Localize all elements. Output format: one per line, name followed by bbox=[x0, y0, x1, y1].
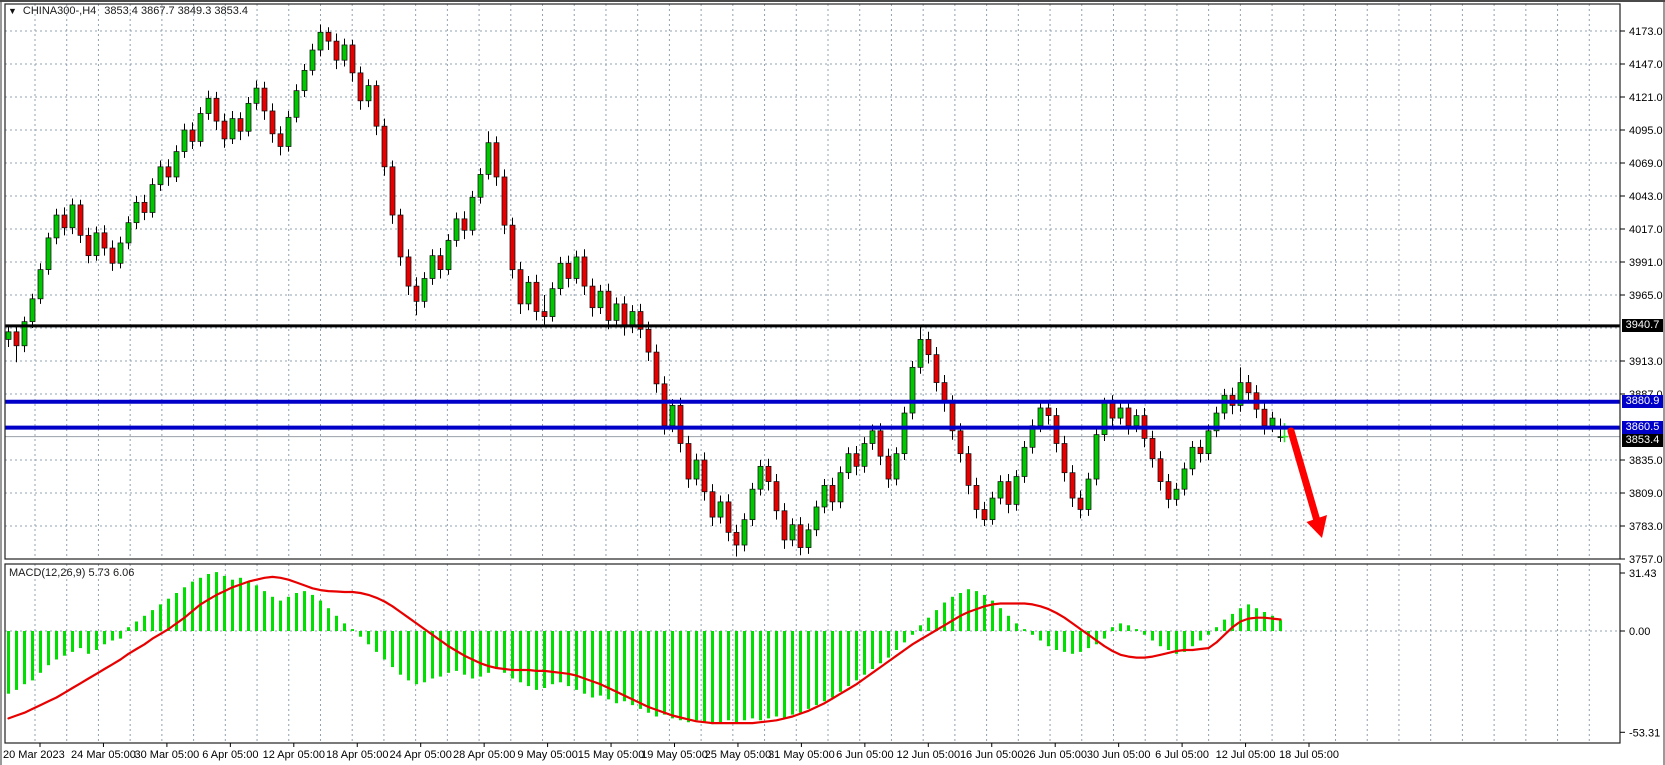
svg-text:12 Jul 05:00: 12 Jul 05:00 bbox=[1216, 749, 1276, 761]
indicator-name: MACD(12,26,9) bbox=[9, 567, 85, 579]
downtrend-arrow-annotation[interactable] bbox=[1291, 431, 1327, 538]
svg-text:4043.0: 4043.0 bbox=[1629, 191, 1663, 203]
svg-text:4173.0: 4173.0 bbox=[1629, 26, 1663, 38]
trading-chart-window: 4173.0 4147.0 4121.0 4095.0 4069.0 4043.0 4017… bbox=[0, 0, 1665, 765]
macd-histogram bbox=[9, 572, 1281, 724]
svg-text:4095.0: 4095.0 bbox=[1629, 125, 1663, 137]
svg-text:3913.0: 3913.0 bbox=[1629, 356, 1663, 368]
chart-title: ▼ CHINA300-,H4 3853.4 3867.7 3849.3 3853.4 bbox=[8, 5, 248, 17]
symbol-label: CHINA300-,H4 bbox=[23, 5, 96, 17]
svg-text:3835.0: 3835.0 bbox=[1629, 455, 1663, 467]
svg-text:18 Apr 05:00: 18 Apr 05:00 bbox=[326, 749, 388, 761]
svg-text:28 Apr 05:00: 28 Apr 05:00 bbox=[453, 749, 515, 761]
svg-text:3783.0: 3783.0 bbox=[1629, 521, 1663, 533]
svg-text:0.00: 0.00 bbox=[1629, 626, 1650, 638]
svg-text:4121.0: 4121.0 bbox=[1629, 92, 1663, 104]
svg-text:3757.0: 3757.0 bbox=[1629, 554, 1663, 566]
svg-text:24 Apr 05:00: 24 Apr 05:00 bbox=[390, 749, 452, 761]
price-level-label-3940: 3940.7 bbox=[1622, 319, 1663, 332]
svg-text:19 May 05:00: 19 May 05:00 bbox=[641, 749, 708, 761]
svg-text:4069.0: 4069.0 bbox=[1629, 158, 1663, 170]
chevron-down-icon[interactable]: ▼ bbox=[8, 6, 17, 16]
svg-text:20 Mar 2023: 20 Mar 2023 bbox=[3, 749, 65, 761]
svg-text:18 Jul 05:00: 18 Jul 05:00 bbox=[1279, 749, 1339, 761]
svg-text:6 Apr 05:00: 6 Apr 05:00 bbox=[202, 749, 258, 761]
indicator-values: 5.73 6.06 bbox=[88, 567, 134, 579]
window-left-edge bbox=[0, 2, 2, 765]
svg-text:15 May 05:00: 15 May 05:00 bbox=[578, 749, 645, 761]
svg-text:4147.0: 4147.0 bbox=[1629, 59, 1663, 71]
svg-text:6 Jun 05:00: 6 Jun 05:00 bbox=[836, 749, 894, 761]
svg-text:30 Jun 05:00: 30 Jun 05:00 bbox=[1087, 749, 1151, 761]
svg-text:6 Jul 05:00: 6 Jul 05:00 bbox=[1155, 749, 1209, 761]
svg-text:3965.0: 3965.0 bbox=[1629, 290, 1663, 302]
price-chart-canvas[interactable]: 4173.0 4147.0 4121.0 4095.0 4069.0 4043.0 4017… bbox=[0, 2, 1665, 765]
svg-text:26 Jun 05:00: 26 Jun 05:00 bbox=[1023, 749, 1087, 761]
candles-layer bbox=[6, 25, 1283, 557]
svg-text:31 May 05:00: 31 May 05:00 bbox=[768, 749, 835, 761]
support-resistance-lines[interactable] bbox=[5, 326, 1620, 428]
price-level-label-3860: 3860.5 bbox=[1622, 421, 1663, 434]
ohlc-readout: 3853.4 3867.7 3849.3 3853.4 bbox=[104, 5, 248, 17]
indicator-label: MACD(12,26,9) 5.73 6.06 bbox=[9, 567, 134, 579]
svg-text:4017.0: 4017.0 bbox=[1629, 224, 1663, 236]
svg-text:-53.31: -53.31 bbox=[1629, 727, 1660, 739]
svg-text:3809.0: 3809.0 bbox=[1629, 488, 1663, 500]
svg-text:24 Mar 05:00: 24 Mar 05:00 bbox=[71, 749, 136, 761]
svg-text:16 Jun 05:00: 16 Jun 05:00 bbox=[960, 749, 1024, 761]
svg-text:30 Mar 05:00: 30 Mar 05:00 bbox=[134, 749, 199, 761]
price-axis: 4173.0 4147.0 4121.0 4095.0 4069.0 4043.0 4017… bbox=[1620, 26, 1663, 739]
price-level-label-3880: 3880.9 bbox=[1622, 395, 1663, 408]
svg-text:12 Apr 05:00: 12 Apr 05:00 bbox=[263, 749, 325, 761]
time-axis: 20 Mar 2023 24 Mar 05:0030 Mar 05:006 Apr… bbox=[3, 743, 1339, 761]
svg-text:9 May 05:00: 9 May 05:00 bbox=[517, 749, 578, 761]
svg-text:25 May 05:00: 25 May 05:00 bbox=[705, 749, 772, 761]
svg-text:12 Jun 05:00: 12 Jun 05:00 bbox=[896, 749, 960, 761]
current-price-label: 3853.4 bbox=[1622, 434, 1663, 447]
svg-text:3991.0: 3991.0 bbox=[1629, 257, 1663, 269]
svg-text:31.43: 31.43 bbox=[1629, 568, 1657, 580]
